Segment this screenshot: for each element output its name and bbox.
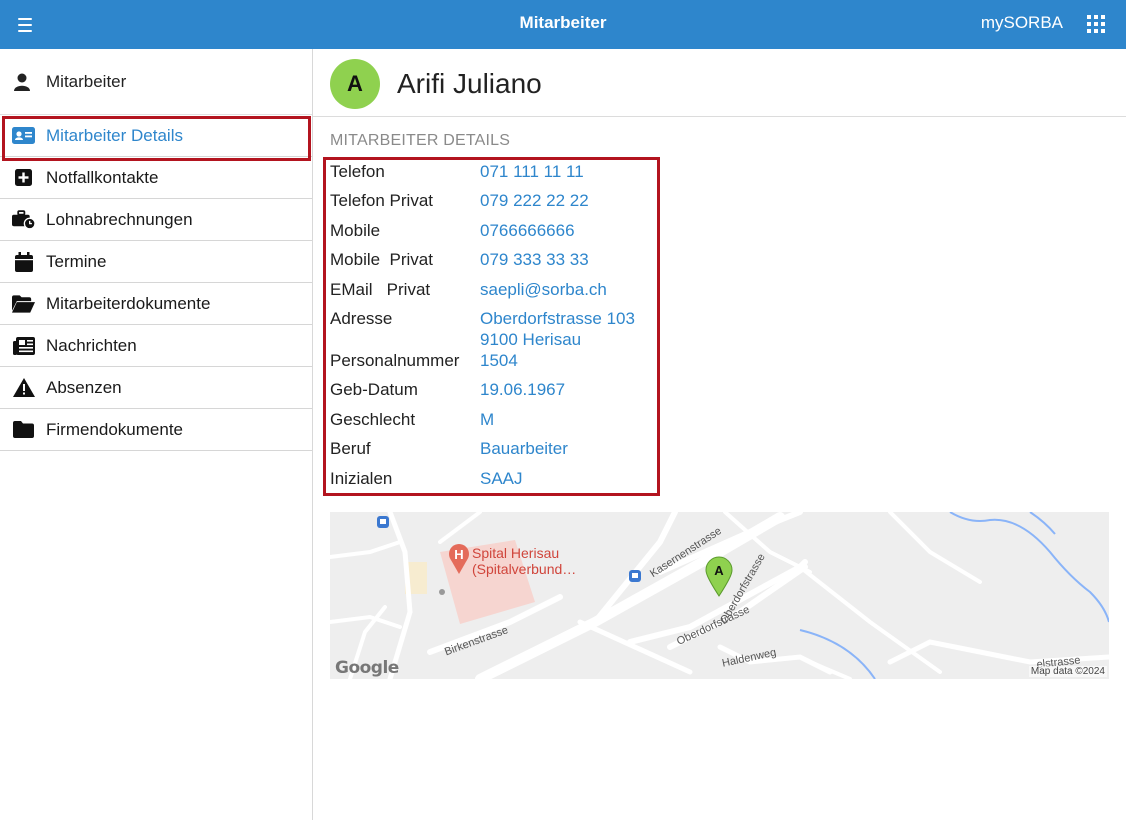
id-card-icon: [12, 126, 35, 146]
sidebar-item-label: Lohnabrechnungen: [46, 209, 193, 229]
detail-key: EMail Privat: [330, 279, 431, 299]
location-map[interactable]: H A Spital Herisau (Spitalverbund… Kaser…: [330, 512, 1109, 679]
sidebar-item-label: Mitarbeiterdokumente: [46, 293, 211, 313]
sidebar-item-notfallkontakte[interactable]: Notfallkontakte: [0, 157, 312, 199]
mobile-private-link[interactable]: 079 333 33 33: [480, 249, 589, 270]
detail-row-email-privat: EMail Privat saepli@sorba.ch: [330, 279, 650, 300]
briefcase-clock-icon: [12, 209, 35, 230]
sidebar-item-label: Notfallkontakte: [46, 167, 159, 187]
gender-value: M: [480, 409, 495, 429]
folder-open-icon: [12, 294, 35, 314]
user-icon: [12, 72, 32, 92]
phone-link[interactable]: 071 111 11 11: [480, 161, 584, 182]
folder-icon: [12, 420, 35, 440]
hospital-label-line2: (Spitalverbund…: [472, 561, 577, 577]
hospital-label[interactable]: Spital Herisau (Spitalverbund…: [472, 545, 576, 577]
sidebar-item-nachrichten[interactable]: Nachrichten: [0, 325, 312, 367]
sidebar-item-mitarbeiter-details[interactable]: Mitarbeiter Details: [0, 115, 312, 157]
detail-key: Telefon: [330, 162, 385, 181]
sidebar-item-absenzen[interactable]: Absenzen: [0, 367, 312, 409]
personalnummer-value: 1504: [480, 350, 518, 370]
sidebar-item-lohnabrechnungen[interactable]: Lohnabrechnungen: [0, 199, 312, 241]
profession-value: Bauarbeiter: [480, 439, 568, 459]
detail-key: Mobile: [330, 220, 381, 240]
address-link[interactable]: Oberdorfstrasse 103 9100 Herisau: [480, 308, 635, 350]
sidebar-item-termine[interactable]: Termine: [0, 241, 312, 283]
detail-row-mobile: Mobile 0766666666: [330, 220, 650, 241]
main-content: A Arifi Juliano MITARBEITER DETAILS Tele…: [313, 49, 1126, 820]
bus-stop-icon: [629, 570, 641, 582]
detail-key: Geschlecht: [330, 409, 416, 429]
map-attribution[interactable]: Map data ©2024: [1028, 666, 1107, 677]
detail-row-adresse: Adresse Oberdorfstrasse 103 9100 Herisau: [330, 308, 650, 350]
mobile-link[interactable]: 0766666666: [480, 220, 575, 241]
address-street: Oberdorfstrasse 103: [480, 308, 635, 328]
birthdate-value: 19.06.1967: [480, 380, 566, 400]
person-name: Arifi Juliano: [397, 68, 542, 99]
apps-grid-icon[interactable]: [1087, 15, 1105, 33]
phone-private-link[interactable]: 079 222 22 22: [480, 190, 589, 211]
marker-label: A: [714, 563, 724, 578]
page-title: Mitarbeiter: [519, 13, 607, 32]
svg-text:H: H: [454, 547, 463, 562]
plus-square-icon: [12, 168, 35, 188]
detail-key: Adresse: [330, 308, 393, 328]
address-city: 9100 Herisau: [480, 329, 582, 349]
detail-key: Mobile Privat: [330, 250, 433, 270]
sidebar-header[interactable]: Mitarbeiter: [0, 49, 312, 115]
avatar: A: [330, 59, 380, 109]
sidebar-item-label: Firmendokumente: [46, 419, 184, 439]
detail-row-geschlecht: Geschlecht M: [330, 409, 650, 430]
sidebar-item-label: Mitarbeiter Details: [46, 125, 183, 145]
section-title: MITARBEITER DETAILS: [330, 132, 511, 149]
detail-row-inizialen: Inizialen SAAJ: [330, 468, 650, 489]
detail-row-telefon: Telefon 071 111 11 11: [330, 161, 650, 182]
warning-icon: [12, 378, 35, 398]
detail-row-mobile-privat: Mobile Privat 079 333 33 33: [330, 249, 650, 270]
sidebar-item-mitarbeiterdokumente[interactable]: Mitarbeiterdokumente: [0, 283, 312, 325]
detail-row-personalnummer: Personalnummer 1504: [330, 350, 650, 371]
hospital-label-line1: Spital Herisau: [472, 545, 560, 561]
sidebar-header-label: Mitarbeiter: [46, 71, 127, 91]
email-link[interactable]: saepli@sorba.ch: [480, 279, 607, 300]
google-logo: Google: [335, 658, 399, 678]
detail-key: Inizialen: [330, 468, 393, 488]
sidebar-item-label: Termine: [46, 251, 107, 271]
detail-row-beruf: Beruf Bauarbeiter: [330, 438, 650, 459]
person-header: A Arifi Juliano: [313, 49, 1126, 117]
detail-key: Telefon Privat: [330, 191, 433, 211]
top-bar: Mitarbeiter mySORBA: [0, 0, 1126, 49]
detail-key: Geb-Datum: [330, 380, 418, 400]
detail-key: Personalnummer: [330, 350, 460, 370]
sidebar-item-label: Nachrichten: [46, 335, 137, 355]
newspaper-icon: [12, 336, 35, 356]
bus-stop-icon: [377, 516, 389, 528]
sidebar-item-firmendokumente[interactable]: Firmendokumente: [0, 409, 312, 451]
calendar-icon: [12, 251, 35, 272]
sidebar-item-label: Absenzen: [46, 377, 122, 397]
detail-row-telefon-privat: Telefon Privat 079 222 22 22: [330, 190, 650, 211]
brand-link[interactable]: mySORBA: [981, 13, 1063, 33]
detail-row-geb-datum: Geb-Datum 19.06.1967: [330, 379, 650, 400]
detail-key: Beruf: [330, 439, 371, 459]
sidebar: Mitarbeiter Mitarbeiter Details Notfallk…: [0, 49, 313, 820]
initials-value: SAAJ: [480, 468, 523, 488]
details-list: Telefon 071 111 11 11 Telefon Privat 079…: [330, 161, 650, 497]
